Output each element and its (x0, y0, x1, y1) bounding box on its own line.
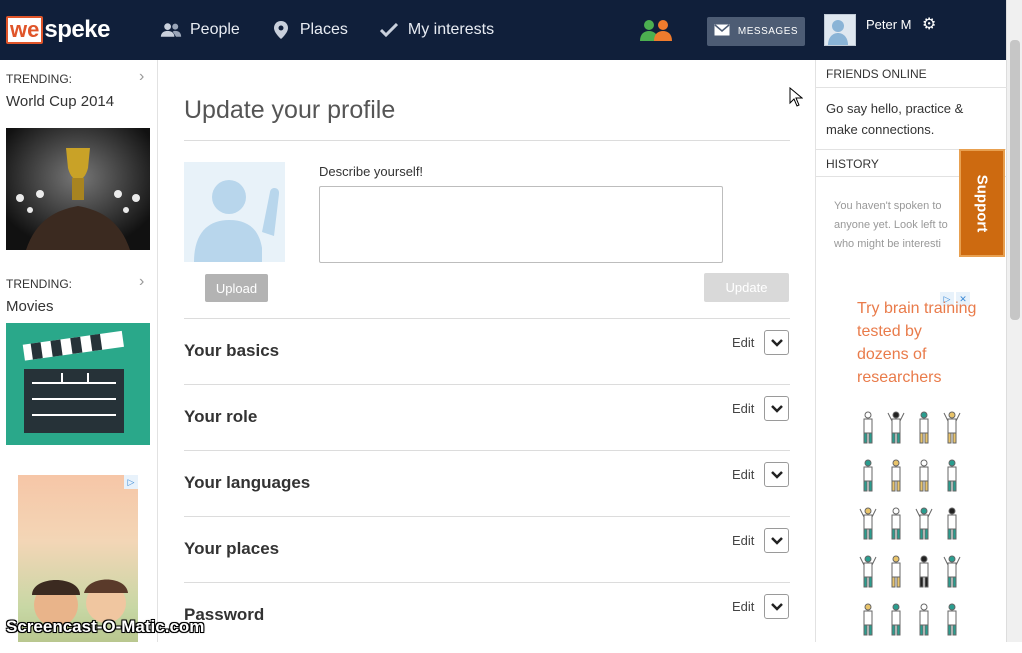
chevron-right-icon[interactable]: › (139, 68, 144, 86)
profile-picture-placeholder[interactable] (184, 162, 285, 262)
nav-places[interactable]: Places (270, 21, 348, 39)
envelope-icon (714, 24, 730, 39)
section-your-places[interactable]: Your places Edit (184, 516, 790, 582)
nav-my-interests[interactable]: My interests (378, 21, 494, 39)
edit-label[interactable]: Edit (732, 467, 754, 482)
right-ad-headline[interactable]: Try brain training tested by dozens of r… (857, 297, 977, 389)
people-icon (160, 21, 182, 39)
history-line: anyone yet. Look left to (834, 219, 948, 231)
trending-label: TRENDING: (6, 277, 72, 291)
top-bar: we speke People Places My interests MESS… (0, 0, 1006, 60)
adchoices-icon[interactable]: ▷ (124, 475, 138, 489)
describe-yourself-label: Describe yourself! (319, 164, 424, 179)
messages-button[interactable]: MESSAGES (707, 17, 805, 46)
trending-title[interactable]: Movies (6, 298, 54, 315)
clapperboard-image[interactable] (6, 323, 150, 445)
support-label: Support (973, 174, 991, 232)
world-cup-trophy-image[interactable] (6, 128, 150, 250)
section-your-languages[interactable]: Your languages Edit (184, 450, 790, 516)
title-divider (184, 140, 790, 141)
section-title: Your role (184, 407, 258, 426)
screencast-watermark: Screencast-O-Matic.com (6, 617, 205, 636)
section-password[interactable]: Password Edit (184, 582, 790, 648)
logo-wordmark: speke (44, 16, 110, 43)
scrollbar-thumb[interactable] (1010, 40, 1020, 320)
chevron-down-icon[interactable] (764, 528, 789, 553)
mouse-cursor-icon (789, 86, 804, 112)
section-your-basics[interactable]: Your basics Edit (184, 318, 790, 384)
user-name[interactable]: Peter M (866, 17, 912, 32)
nav-my-interests-label: My interests (407, 21, 495, 38)
map-pin-icon (270, 21, 292, 39)
messages-label: MESSAGES (737, 26, 799, 37)
trending-label: TRENDING: (6, 72, 72, 86)
chevron-down-icon[interactable] (764, 330, 789, 355)
gear-icon[interactable]: ⚙ (922, 14, 936, 34)
edit-label[interactable]: Edit (732, 533, 754, 548)
page-title: Update your profile (184, 96, 396, 124)
edit-label[interactable]: Edit (732, 335, 754, 350)
section-title: Your languages (184, 473, 311, 492)
chevron-down-icon[interactable] (764, 462, 789, 487)
describe-yourself-input[interactable] (319, 186, 723, 263)
page-scrollbar[interactable] (1006, 0, 1022, 642)
friends-online-text: Go say hello, practice & make connection… (826, 101, 964, 137)
support-tab[interactable]: Support (959, 149, 1005, 257)
right-sidebar: FRIENDS ONLINE Go say hello, practice & … (815, 60, 1007, 642)
history-line: who might be interesti (834, 238, 941, 250)
main-nav: People Places My interests (160, 0, 494, 60)
nav-places-label: Places (299, 21, 348, 38)
checkmark-icon (378, 23, 400, 37)
chevron-down-icon[interactable] (764, 396, 789, 421)
chevron-down-icon[interactable] (764, 594, 789, 619)
wespeke-logo[interactable]: we speke (6, 15, 110, 45)
update-button[interactable]: Update (704, 273, 789, 302)
history-empty-text: You haven't spoken to anyone yet. Look l… (834, 197, 964, 257)
trending-title[interactable]: World Cup 2014 (6, 93, 114, 110)
section-title: Your basics (184, 341, 280, 360)
friends-online-heading: FRIENDS ONLINE (816, 60, 1007, 88)
nav-people[interactable]: People (160, 21, 240, 39)
edit-label[interactable]: Edit (732, 401, 754, 416)
nav-people-label: People (190, 21, 240, 38)
logo-mark: we (6, 16, 44, 44)
edit-label[interactable]: Edit (732, 599, 754, 614)
chevron-right-icon[interactable]: › (139, 273, 144, 291)
people-online-icon[interactable] (640, 19, 674, 46)
user-avatar[interactable] (824, 14, 856, 46)
history-line: You haven't spoken to (834, 200, 942, 212)
upload-button[interactable]: Upload (205, 274, 268, 302)
section-title: Your places (184, 539, 280, 558)
ad-figures-illustration[interactable] (856, 408, 971, 653)
section-your-role[interactable]: Your role Edit (184, 384, 790, 450)
